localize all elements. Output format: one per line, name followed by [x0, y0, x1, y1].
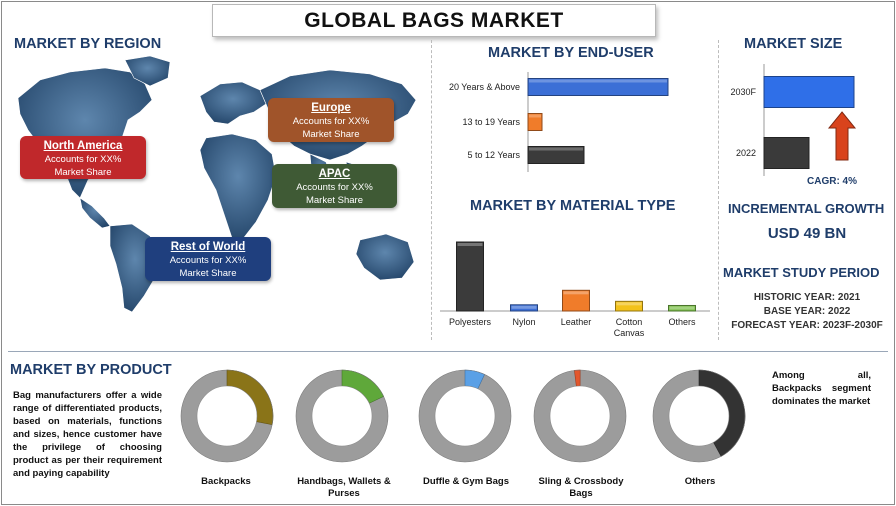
page-title: GLOBAL BAGS MARKET: [304, 9, 564, 32]
historic-year: HISTORIC YEAR: 2021: [753, 292, 861, 303]
end-user-tick-label: 5 to 12 Years: [467, 150, 520, 160]
material-tick-label: Leather: [561, 317, 592, 327]
callout-name: APAC: [318, 168, 351, 180]
market-size-chart: 2030F 2022: [730, 64, 857, 176]
material-bar: [456, 241, 484, 312]
callout-line1: Accounts for XX%: [292, 116, 370, 127]
end-user-bar-highlight: [529, 114, 541, 118]
study-period-heading: MARKET STUDY PERIOD: [723, 265, 880, 280]
material-tick-label: Cotton Canvas: [614, 317, 645, 338]
callout-name: North America: [43, 140, 123, 152]
callout-name: Europe: [311, 102, 351, 114]
callout-name: Rest of World: [170, 241, 246, 253]
australia-shape: [355, 233, 415, 281]
donut-label-backpacks: Backpacks: [201, 476, 251, 487]
product-donut-charts: [180, 369, 746, 463]
product-heading: MARKET BY PRODUCT: [10, 362, 172, 378]
europe-shape: [199, 81, 267, 125]
material-bar-highlight: [511, 305, 537, 309]
donut-hole: [668, 385, 730, 447]
africa-shape: [199, 133, 277, 241]
donut-hole: [311, 385, 373, 447]
callout-europe: Europe Accounts for XX% Market Share: [268, 98, 394, 142]
donut-chart: [652, 369, 746, 463]
end-user-heading: MARKET BY END-USER: [488, 45, 654, 61]
donut-chart: [180, 369, 274, 463]
market-size-tick-label: 2022: [736, 148, 756, 158]
end-user-bar-highlight: [529, 147, 583, 151]
donut-hole: [434, 385, 496, 447]
callout-rest-of-world: Rest of World Accounts for XX% Market Sh…: [145, 237, 271, 281]
donut-chart: [418, 369, 512, 463]
callout-line2: Market Share: [179, 268, 237, 279]
donut-label-sling: Sling & Crossbody Bags: [538, 476, 624, 499]
material-bar-highlight: [616, 302, 642, 306]
callout-apac: APAC Accounts for XX% Market Share: [272, 164, 397, 208]
end-user-tick-label: 20 Years & Above: [449, 82, 520, 92]
callout-line2: Market Share: [54, 167, 112, 178]
callout-line2: Market Share: [302, 129, 360, 140]
product-description: Bag manufacturers offer a wide range of …: [13, 390, 162, 479]
callout-line1: Accounts for XX%: [169, 255, 247, 266]
donut-hole: [549, 385, 611, 447]
material-bar-highlight: [669, 306, 695, 310]
material-tick-label: Others: [668, 317, 696, 327]
growth-arrow-icon: [827, 111, 857, 161]
material-tick-label: Polyesters: [449, 317, 492, 327]
forecast-year: FORECAST YEAR: 2023F-2030F: [731, 320, 883, 331]
callout-line1: Accounts for XX%: [296, 182, 373, 193]
material-bar-highlight: [457, 243, 483, 246]
market-size-bar: [763, 76, 855, 108]
incremental-growth-heading: INCREMENTAL GROWTH: [728, 201, 885, 216]
market-size-tick-label: 2030F: [730, 87, 756, 97]
end-user-chart: 20 Years & Above 13 to 19 Years 5 to 12 Ye…: [449, 72, 669, 172]
callout-line1: Accounts for XX%: [44, 154, 122, 165]
product-note: Among all, Backpacks segment dominates t…: [772, 370, 871, 407]
divider-size-left: [718, 40, 719, 340]
market-size-heading: MARKET SIZE: [744, 36, 843, 52]
material-heading: MARKET BY MATERIAL TYPE: [470, 198, 676, 214]
material-chart: Polyesters Nylon Leather Cotton Canvas Others: [440, 241, 710, 338]
donut-chart: [533, 369, 627, 463]
donut-label-others: Others: [684, 476, 716, 487]
divider-product: [8, 351, 888, 352]
callout-north-america: North America Accounts for XX% Market Sh…: [20, 136, 146, 179]
base-year: BASE YEAR: 2022: [763, 306, 851, 317]
donut-label-handbags: Handbags, Wallets & Purses: [297, 476, 391, 499]
incremental-growth-value: USD 49 BN: [767, 225, 847, 242]
donut-hole: [196, 385, 258, 447]
title-box: GLOBAL BAGS MARKET: [212, 4, 656, 37]
donut-chart: [295, 369, 389, 463]
material-bar-highlight: [563, 291, 589, 295]
end-user-tick-label: 13 to 19 Years: [462, 117, 520, 127]
cagr-label: CAGR: 4%: [807, 176, 858, 187]
donut-label-duffle: Duffle & Gym Bags: [422, 476, 510, 487]
central-america-shape: [79, 197, 111, 229]
callout-line2: Market Share: [305, 195, 364, 206]
material-tick-label: Nylon: [512, 317, 535, 327]
end-user-bar-highlight: [529, 79, 667, 83]
market-size-bar: [763, 137, 810, 169]
